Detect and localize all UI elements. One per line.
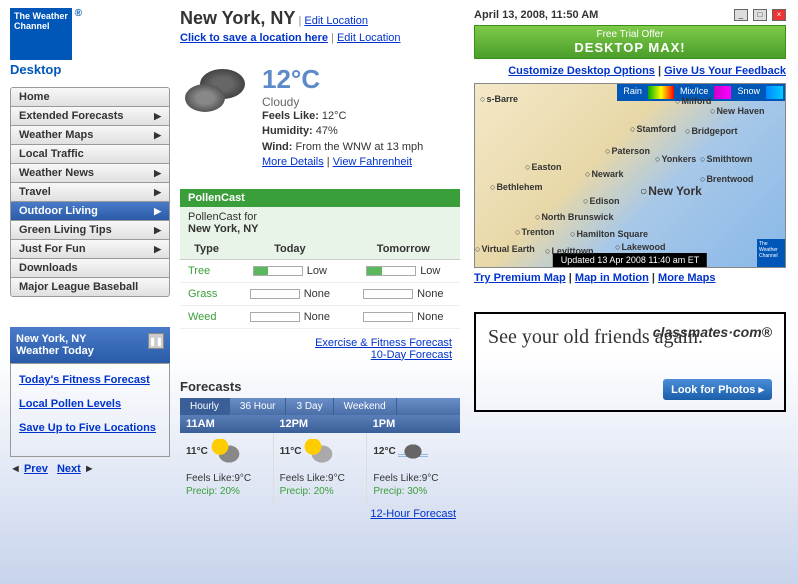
map-city: Milford: [675, 96, 711, 106]
forecast-cell: 11°C Feels Like:9°CPrecip: 20%: [180, 433, 274, 504]
look-for-photos-button[interactable]: Look for Photos ▸: [663, 379, 772, 400]
map-city: Edison: [583, 196, 619, 206]
map-city: New Haven: [710, 106, 764, 116]
map-city: Lakewood: [615, 242, 665, 252]
map-city: Paterson: [605, 146, 650, 156]
map-motion-link[interactable]: Map in Motion: [575, 272, 649, 284]
trial-banner[interactable]: Free Trial OfferDESKTOP MAX!: [474, 25, 786, 59]
map-city: Virtual Earth: [475, 244, 535, 254]
map-city: Levittown: [545, 246, 593, 256]
forecast-cell: 11°C Feels Like:9°CPrecip: 20%: [274, 433, 368, 504]
maximize-button[interactable]: □: [753, 9, 767, 21]
current-condition-icon: [180, 64, 250, 119]
minimize-button[interactable]: _: [734, 9, 748, 21]
save-location-link[interactable]: Click to save a location here: [180, 32, 328, 44]
current-temp: 12°C: [262, 64, 423, 95]
nav-weather-maps[interactable]: Weather Maps▶: [11, 126, 169, 145]
next-link[interactable]: Next: [57, 463, 81, 475]
nav-extended-forecasts[interactable]: Extended Forecasts▶: [11, 107, 169, 126]
more-maps-link[interactable]: More Maps: [658, 272, 715, 284]
nav-major-league-baseball[interactable]: Major League Baseball: [11, 278, 169, 296]
weather-today-panel-header: New York, NYWeather Today ❚❚: [10, 327, 170, 363]
map-city: North Brunswick: [535, 212, 613, 222]
current-condition: Cloudy: [262, 95, 423, 109]
forecast-tab-3-day[interactable]: 3 Day: [286, 398, 333, 415]
map-city: Easton: [525, 162, 561, 172]
weather-map[interactable]: Rain Mix/Ice Snow Updated 13 Apr 2008 11…: [474, 83, 786, 268]
forecast-panel: Forecasts Hourly36 Hour3 DayWeekend 11AM…: [180, 379, 460, 524]
view-fahrenheit-link[interactable]: View Fahrenheit: [333, 156, 412, 168]
more-details-link[interactable]: More Details: [262, 156, 324, 168]
nav-just-for-fun[interactable]: Just For Fun▶: [11, 240, 169, 259]
side-links: Today's Fitness Forecast Local Pollen Lev…: [10, 363, 170, 457]
customize-options-link[interactable]: Customize Desktop Options: [508, 65, 655, 77]
logo: The Weather Channel Desktop: [10, 8, 170, 77]
pager: ◄ Prev Next ►: [10, 463, 170, 475]
location-name: New York, NY: [180, 8, 295, 28]
exercise-forecast-link[interactable]: Exercise & Fitness Forecast: [315, 337, 452, 349]
map-city: Stamford: [630, 124, 676, 134]
prev-link[interactable]: Prev: [24, 463, 48, 475]
nav-travel[interactable]: Travel▶: [11, 183, 169, 202]
forecast-tab-hourly[interactable]: Hourly: [180, 398, 230, 415]
classmates-ad[interactable]: See your old friends again. classmates·c…: [474, 312, 786, 412]
edit-location-link-2[interactable]: Edit Location: [337, 32, 401, 44]
map-city: Trenton: [515, 227, 554, 237]
side-link[interactable]: Save Up to Five Locations: [19, 422, 156, 434]
pollen-panel: PollenCast PollenCast forNew York, NY Ty…: [180, 189, 460, 369]
twelve-hour-forecast-link[interactable]: 12-Hour Forecast: [370, 508, 456, 520]
side-link[interactable]: Local Pollen Levels: [19, 398, 121, 410]
nav-local-traffic[interactable]: Local Traffic: [11, 145, 169, 164]
nav-green-living-tips[interactable]: Green Living Tips▶: [11, 221, 169, 240]
forecast-cell: 12°C Feels Like:9°CPrecip: 30%: [367, 433, 460, 504]
nav-downloads[interactable]: Downloads: [11, 259, 169, 278]
main-nav: HomeExtended Forecasts▶Weather Maps▶Loca…: [10, 87, 170, 297]
nav-outdoor-living[interactable]: Outdoor Living▶: [11, 202, 169, 221]
current-details: Feels Like: 12°C Humidity: 47% Wind: Fro…: [262, 109, 423, 171]
map-city: Smithtown: [700, 154, 752, 164]
feedback-link[interactable]: Give Us Your Feedback: [664, 65, 786, 77]
map-city: Brentwood: [700, 174, 753, 184]
close-button[interactable]: ×: [772, 9, 786, 21]
map-city: Bridgeport: [685, 126, 737, 136]
map-twc-logo: The Weather Channel: [757, 239, 785, 267]
datetime: April 13, 2008, 11:50 AM: [474, 9, 598, 21]
nav-weather-news[interactable]: Weather News▶: [11, 164, 169, 183]
forecast-tab-36-hour[interactable]: 36 Hour: [230, 398, 287, 415]
edit-location-link[interactable]: Edit Location: [304, 15, 368, 27]
map-city: Hamilton Square: [570, 229, 648, 239]
side-link[interactable]: Today's Fitness Forecast: [19, 374, 150, 386]
nav-home[interactable]: Home: [11, 88, 169, 107]
map-city: s-Barre: [480, 94, 518, 104]
premium-map-link[interactable]: Try Premium Map: [474, 272, 566, 284]
map-city: Newark: [585, 169, 623, 179]
pollen-table: TypeTodayTomorrowTreeLowLowGrassNoneNone…: [180, 239, 460, 329]
map-city: New York: [640, 184, 702, 198]
pause-button[interactable]: ❚❚: [148, 333, 164, 349]
ten-day-forecast-link[interactable]: 10-Day Forecast: [371, 349, 452, 361]
forecast-tab-weekend[interactable]: Weekend: [334, 398, 397, 415]
map-city: Yonkers: [655, 154, 696, 164]
map-city: Bethlehem: [490, 182, 542, 192]
